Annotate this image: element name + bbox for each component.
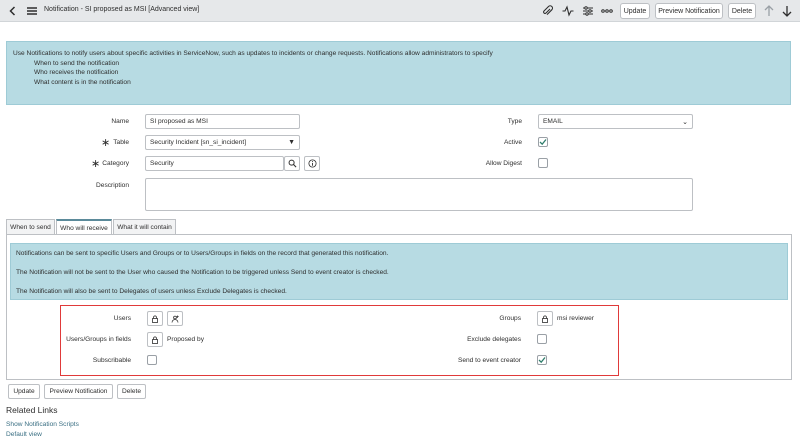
lock-icon[interactable] (147, 332, 163, 347)
recipients-notice: Notifications can be sent to specific Us… (10, 243, 788, 300)
tab-what-it-will-contain[interactable]: What it will contain (113, 219, 176, 235)
settings-icon[interactable] (581, 4, 595, 18)
subscribable-label: Subscribable (92, 357, 131, 364)
info-icon[interactable] (304, 156, 320, 171)
checkmark-icon (538, 357, 546, 364)
lock-icon[interactable] (147, 311, 163, 326)
users-groups-in-fields-label: Users/Groups in fields (66, 336, 131, 343)
default-view-link[interactable]: Default view (6, 431, 42, 438)
send-to-event-creator-checkbox[interactable] (537, 355, 547, 365)
allow-digest-label: Allow Digest (485, 160, 522, 167)
subscribable-checkbox[interactable] (147, 355, 157, 365)
info-text: Use Notifications to notify users about … (13, 50, 493, 57)
back-icon[interactable] (6, 4, 20, 18)
table-select[interactable]: Security Incident [sn_si_incident] ▼ (145, 135, 300, 150)
table-select-value: Security Incident [sn_si_incident] (150, 139, 247, 146)
allow-digest-checkbox[interactable] (538, 158, 548, 168)
groups-value: msi reviewer (557, 315, 595, 322)
form-header: Notification - SI proposed as MSI [Advan… (0, 0, 800, 22)
preview-notification-button[interactable]: Preview Notification (44, 384, 113, 399)
paperclip-icon[interactable] (541, 4, 555, 18)
active-checkbox[interactable] (538, 137, 548, 147)
chevron-down-icon: ⌄ (682, 118, 688, 126)
checkmark-icon (539, 139, 547, 146)
category-label: Category (102, 160, 129, 167)
lock-icon[interactable] (537, 311, 553, 326)
preview-notification-button[interactable]: Preview Notification (655, 3, 723, 19)
update-button[interactable]: Update (620, 3, 650, 19)
update-button[interactable]: Update (8, 384, 40, 399)
info-bullet: What content is in the notification (34, 78, 131, 86)
delete-button[interactable]: Delete (728, 3, 756, 19)
activity-icon[interactable] (561, 4, 575, 18)
info-message: Use Notifications to notify users about … (6, 41, 791, 105)
table-label: Table (113, 139, 129, 146)
type-select[interactable]: EMAIL ⌄ (538, 114, 693, 129)
info-bullet: Who receives the notification (34, 69, 119, 76)
send-to-event-creator-label: Send to event creator (457, 357, 521, 364)
tab-when-to-send[interactable]: When to send (6, 219, 55, 235)
mandatory-icon: ∗ (101, 137, 111, 149)
mandatory-icon: ∗ (91, 158, 101, 170)
type-select-value: EMAIL (543, 118, 563, 125)
tab-who-will-receive[interactable]: Who will receive (56, 219, 112, 235)
arrow-up-icon[interactable] (762, 4, 776, 18)
exclude-delegates-checkbox[interactable] (537, 334, 547, 344)
category-field[interactable]: Security (145, 156, 284, 171)
add-me-icon[interactable] (167, 311, 183, 326)
notice-line: Notifications can be sent to specific Us… (16, 250, 389, 257)
delete-button[interactable]: Delete (117, 384, 146, 399)
menu-icon[interactable] (25, 4, 39, 18)
users-label: Users (113, 315, 131, 322)
exclude-delegates-label: Exclude delegates (467, 336, 521, 343)
arrow-down-icon[interactable] (780, 4, 794, 18)
description-field[interactable] (145, 178, 693, 211)
notice-line: The Notification will also be sent to De… (16, 288, 287, 295)
info-bullet: When to send the notification (34, 59, 120, 67)
show-notification-scripts-link[interactable]: Show Notification Scripts (6, 421, 79, 428)
type-label: Type (507, 118, 522, 125)
highlight-box (60, 305, 619, 376)
more-icon[interactable] (600, 4, 614, 18)
users-groups-in-fields-value: Proposed by (167, 336, 205, 343)
groups-label: Groups (499, 315, 521, 322)
name-label: Name (111, 118, 129, 125)
notice-line: The Notification will not be sent to the… (16, 269, 389, 276)
dropdown-icon: ▼ (288, 139, 295, 146)
related-links-heading: Related Links (6, 405, 58, 415)
name-field[interactable]: SI proposed as MSI (145, 114, 300, 129)
search-icon[interactable] (284, 156, 300, 171)
description-label: Description (96, 182, 129, 189)
active-label: Active (504, 139, 522, 146)
page-title: Notification - SI proposed as MSI [Advan… (44, 6, 200, 13)
